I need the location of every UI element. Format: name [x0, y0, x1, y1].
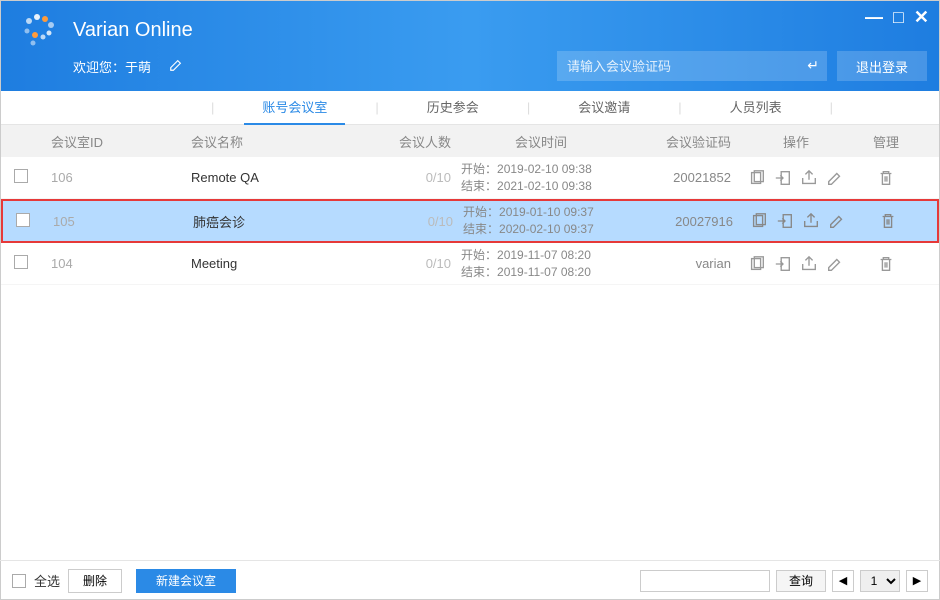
room-time: 开始：2019-02-10 09:38 结束：2021-02-10 09:38	[461, 161, 621, 195]
app-title: Varian Online	[73, 19, 193, 42]
row-checkbox[interactable]	[14, 169, 28, 183]
room-count: 0/10	[426, 256, 451, 271]
share-icon[interactable]	[801, 211, 821, 231]
room-count: 0/10	[426, 170, 451, 185]
table-header: 会议室ID 会议名称 会议人数 会议时间 会议验证码 操作 管理	[1, 125, 939, 157]
new-room-button[interactable]: 新建会议室	[136, 569, 236, 593]
page-next-icon[interactable]: ▶	[906, 570, 928, 592]
room-time: 开始：2019-01-10 09:37 结束：2020-02-10 09:37	[463, 204, 623, 238]
room-code: varian	[696, 256, 731, 271]
welcome-text: 欢迎您：于萌	[73, 57, 151, 76]
minimize-icon[interactable]: —	[865, 7, 883, 28]
delete-icon[interactable]	[876, 168, 896, 188]
tab-account-rooms[interactable]: 账号会议室	[244, 91, 345, 125]
select-all-checkbox[interactable]	[12, 574, 26, 588]
query-input[interactable]	[640, 570, 770, 592]
tab-bar: | 账号会议室 | 历史参会 | 会议邀请 | 人员列表 |	[1, 91, 939, 125]
col-header-name: 会议名称	[191, 132, 371, 151]
select-all-label: 全选	[34, 571, 60, 590]
copy-icon[interactable]	[747, 168, 767, 188]
logout-button[interactable]: 退出登录	[837, 51, 927, 81]
col-header-manage: 管理	[861, 132, 911, 151]
maximize-icon[interactable]: □	[893, 7, 904, 28]
copy-icon[interactable]	[749, 211, 769, 231]
table-row[interactable]: 104 Meeting 0/10 开始：2019-11-07 08:20 结束：…	[1, 243, 939, 285]
room-count: 0/10	[428, 214, 453, 229]
app-header: Varian Online — □ ✕ 欢迎您：于萌 ↵ 退出登录	[1, 1, 939, 91]
room-id: 105	[53, 214, 75, 229]
tab-invites[interactable]: 会议邀请	[560, 91, 648, 125]
footer-bar: 全选 删除 新建会议室 查询 ◀ 1 ▶	[0, 560, 940, 600]
enter-icon[interactable]	[773, 168, 793, 188]
room-name: 肺癌会诊	[193, 212, 373, 231]
share-icon[interactable]	[799, 254, 819, 274]
col-header-code: 会议验证码	[621, 132, 731, 151]
app-logo	[19, 9, 61, 51]
row-checkbox[interactable]	[14, 255, 28, 269]
delete-icon[interactable]	[878, 211, 898, 231]
col-header-ops: 操作	[731, 132, 861, 151]
edit-icon[interactable]	[825, 254, 845, 274]
room-id: 104	[51, 256, 73, 271]
table-row[interactable]: 106 Remote QA 0/10 开始：2019-02-10 09:38 结…	[1, 157, 939, 199]
room-name: Meeting	[191, 256, 371, 271]
room-code: 20027916	[675, 214, 733, 229]
enter-icon[interactable]	[775, 211, 795, 231]
room-id: 106	[51, 170, 73, 185]
row-checkbox[interactable]	[16, 213, 30, 227]
delete-button[interactable]: 删除	[68, 569, 122, 593]
verify-code-input[interactable]	[557, 51, 827, 81]
share-icon[interactable]	[799, 168, 819, 188]
edit-user-icon[interactable]	[169, 58, 183, 75]
tab-history[interactable]: 历史参会	[409, 91, 497, 125]
page-select[interactable]: 1	[860, 570, 900, 592]
room-name: Remote QA	[191, 170, 371, 185]
enter-icon[interactable]	[773, 254, 793, 274]
room-code: 20021852	[673, 170, 731, 185]
col-header-count: 会议人数	[371, 132, 461, 151]
room-time: 开始：2019-11-07 08:20 结束：2019-11-07 08:20	[461, 247, 621, 281]
col-header-time: 会议时间	[461, 132, 621, 151]
table-row[interactable]: 105 肺癌会诊 0/10 开始：2019-01-10 09:37 结束：202…	[1, 199, 939, 243]
delete-icon[interactable]	[876, 254, 896, 274]
tab-people[interactable]: 人员列表	[712, 91, 800, 125]
close-icon[interactable]: ✕	[914, 7, 929, 28]
search-submit-icon[interactable]: ↵	[807, 57, 819, 74]
edit-icon[interactable]	[825, 168, 845, 188]
copy-icon[interactable]	[747, 254, 767, 274]
edit-icon[interactable]	[827, 211, 847, 231]
query-button[interactable]: 查询	[776, 570, 826, 592]
col-header-id: 会议室ID	[41, 132, 191, 151]
page-prev-icon[interactable]: ◀	[832, 570, 854, 592]
